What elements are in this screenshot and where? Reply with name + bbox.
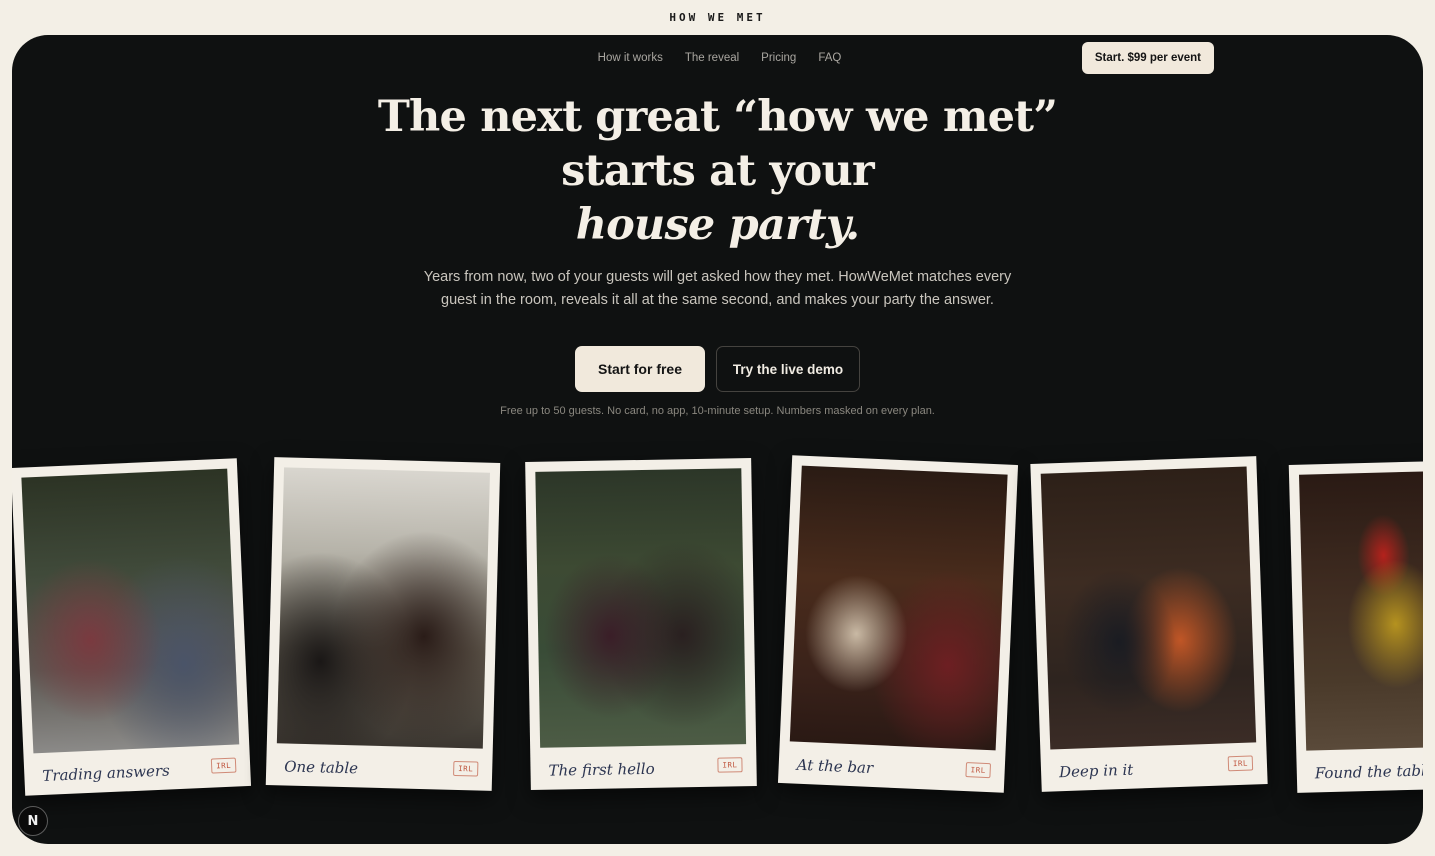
polaroid-caption: One table	[284, 757, 359, 778]
headline-line-3: house party.	[575, 200, 860, 250]
polaroid-card: One table IRL	[265, 457, 501, 791]
polaroid-caption: Deep in it	[1058, 760, 1134, 782]
hero-cta-group: Start for free Try the live demo	[12, 346, 1423, 392]
party-photo	[21, 468, 240, 754]
hero-section: How it works The reveal Pricing FAQ Star…	[12, 35, 1423, 844]
start-for-free-button[interactable]: Start for free	[575, 346, 705, 392]
headline-line-1: The next great “how we met”	[377, 92, 1058, 142]
irl-tag: IRL	[1227, 755, 1254, 772]
polaroid-card: Trading answers IRL	[12, 458, 252, 796]
nav-the-reveal[interactable]: The reveal	[685, 52, 739, 64]
polaroid-caption: The first hello	[548, 759, 655, 780]
hero-headline: The next great “how we met” starts at yo…	[12, 90, 1423, 252]
dev-tools-badge[interactable]: N	[18, 806, 48, 836]
party-photo	[276, 467, 490, 749]
irl-tag: IRL	[210, 757, 237, 774]
polaroid-caption: Trading answers	[42, 761, 171, 785]
pricing-note: Free up to 50 guests. No card, no app, 1…	[500, 405, 935, 417]
polaroid-card: Deep in it IRL	[1030, 456, 1268, 792]
party-photo	[1040, 466, 1257, 750]
polaroid-card: Found the table	[1288, 459, 1423, 793]
polaroid-caption: Found the table	[1314, 761, 1423, 783]
polaroid-card: The first hello IRL	[525, 458, 757, 790]
brand-wordmark: HOW WE MET	[669, 11, 766, 24]
irl-tag: IRL	[965, 762, 992, 779]
hero-subcopy: Years from now, two of your guests will …	[423, 269, 1012, 308]
polaroid-caption: At the bar	[796, 755, 874, 778]
nav-how-it-works[interactable]: How it works	[598, 52, 663, 64]
nav-pricing[interactable]: Pricing	[761, 52, 796, 64]
headline-line-2: starts at your	[561, 146, 875, 196]
start-event-button[interactable]: Start. $99 per event	[1081, 42, 1214, 74]
nav-faq[interactable]: FAQ	[818, 52, 841, 64]
irl-tag: IRL	[717, 757, 743, 773]
live-demo-button[interactable]: Try the live demo	[716, 346, 860, 392]
party-photo	[1299, 469, 1423, 751]
party-photo	[535, 468, 747, 748]
polaroid-card: At the bar IRL	[777, 455, 1019, 793]
party-photo	[789, 465, 1008, 751]
irl-tag: IRL	[453, 760, 479, 777]
